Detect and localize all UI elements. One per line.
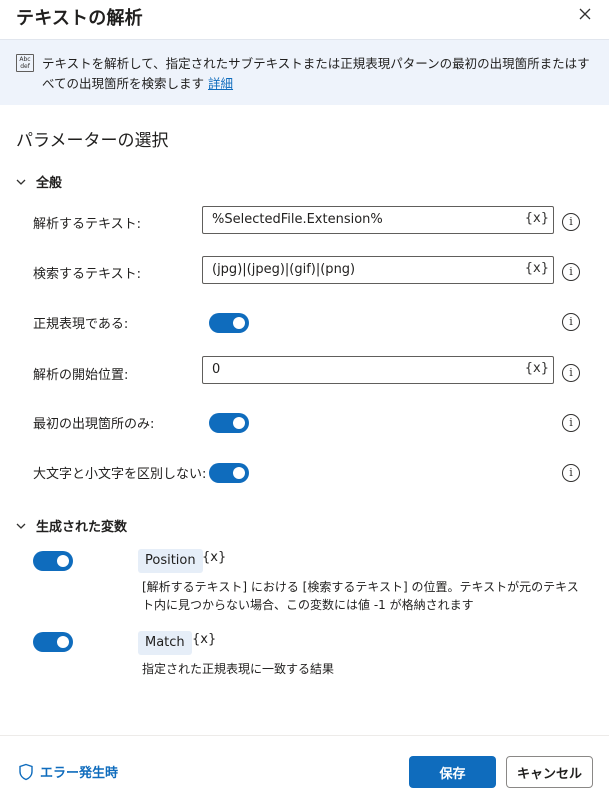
- cancel-button[interactable]: キャンセル: [506, 756, 593, 788]
- start-position-label: 解析の開始位置:: [33, 368, 129, 383]
- variables-group-header[interactable]: 生成された変数: [16, 516, 127, 535]
- parameters-section-title: パラメーターの選択: [16, 131, 169, 151]
- is-regex-label: 正規表現である:: [33, 317, 129, 332]
- start-position-value: 0: [212, 362, 221, 377]
- position-variable-name[interactable]: Position: [138, 549, 203, 573]
- shield-icon: [19, 763, 33, 780]
- general-group-header[interactable]: 全般: [16, 172, 62, 191]
- match-variable-marker: {x}: [192, 632, 217, 647]
- toggle-knob: [233, 317, 245, 329]
- toggle-knob: [57, 636, 69, 648]
- on-error-label: エラー発生時: [40, 766, 119, 781]
- info-icon[interactable]: i: [562, 364, 580, 382]
- close-icon: [579, 8, 591, 20]
- position-variable-description: [解析するテキスト] における [検索するテキスト] の位置。テキストが元のテキ…: [142, 580, 579, 612]
- text-to-find-value: (jpg)|(jpeg)|(gif)|(png): [212, 262, 356, 277]
- text-parse-icon: Abc def: [16, 54, 34, 72]
- ignore-case-label: 大文字と小文字を区別しない:: [33, 467, 207, 482]
- footer-divider: [0, 735, 609, 736]
- toggle-knob: [233, 417, 245, 429]
- info-icon[interactable]: i: [562, 464, 580, 482]
- toggle-knob: [233, 467, 245, 479]
- variables-group-label: 生成された変数: [36, 520, 128, 535]
- on-error-button[interactable]: エラー発生時: [18, 762, 118, 781]
- match-variable-name[interactable]: Match: [138, 631, 192, 655]
- info-icon[interactable]: i: [562, 414, 580, 432]
- start-position-input[interactable]: 0 {x}: [202, 356, 554, 384]
- banner-text: テキストを解析して、指定されたサブテキストまたは正規表現パターンの最初の出現箇所…: [42, 56, 590, 91]
- first-occurrence-only-toggle[interactable]: [209, 413, 249, 433]
- text-to-parse-value: %SelectedFile.Extension%: [212, 212, 383, 227]
- info-icon[interactable]: i: [562, 213, 580, 231]
- save-button[interactable]: 保存: [409, 756, 496, 788]
- position-variable-toggle[interactable]: [33, 551, 73, 571]
- position-variable-marker: {x}: [202, 550, 227, 565]
- variable-picker-button[interactable]: {x}: [525, 257, 549, 281]
- variable-picker-button[interactable]: {x}: [525, 207, 549, 231]
- banner-description: テキストを解析して、指定されたサブテキストまたは正規表現パターンの最初の出現箇所…: [42, 54, 592, 94]
- info-icon[interactable]: i: [562, 263, 580, 281]
- text-to-find-label: 検索するテキスト:: [33, 267, 141, 282]
- toggle-knob: [57, 555, 69, 567]
- close-button[interactable]: [575, 4, 595, 24]
- text-to-parse-label: 解析するテキスト:: [33, 217, 141, 232]
- first-occurrence-only-label: 最初の出現箇所のみ:: [33, 417, 155, 432]
- info-banner: Abc def テキストを解析して、指定されたサブテキストまたは正規表現パターン…: [0, 39, 609, 105]
- match-variable-description: 指定された正規表現に一致する結果: [142, 662, 335, 676]
- info-icon[interactable]: i: [562, 313, 580, 331]
- text-to-parse-input[interactable]: %SelectedFile.Extension% {x}: [202, 206, 554, 234]
- match-variable-toggle[interactable]: [33, 632, 73, 652]
- dialog-title: テキストの解析: [16, 8, 143, 29]
- is-regex-toggle[interactable]: [209, 313, 249, 333]
- chevron-down-icon: [16, 179, 26, 185]
- ignore-case-toggle[interactable]: [209, 463, 249, 483]
- general-group-label: 全般: [36, 176, 63, 191]
- variable-picker-button[interactable]: {x}: [525, 357, 549, 381]
- chevron-down-icon: [16, 523, 26, 529]
- details-link[interactable]: 詳細: [208, 76, 233, 91]
- text-to-find-input[interactable]: (jpg)|(jpeg)|(gif)|(png) {x}: [202, 256, 554, 284]
